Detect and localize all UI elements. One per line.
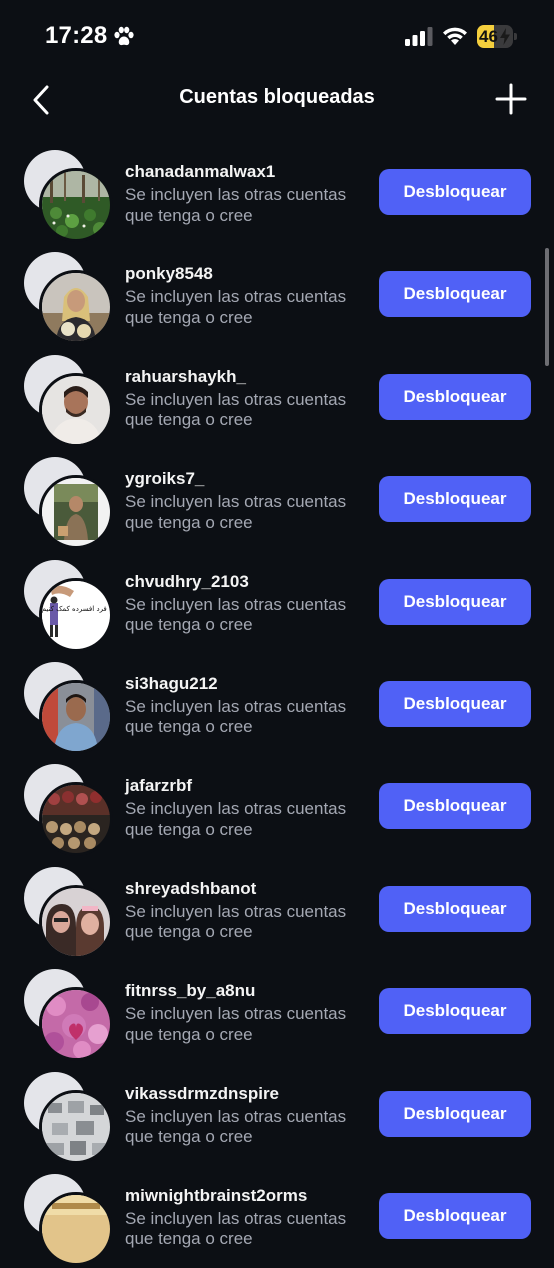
account-subtitle: Se incluyen las otras cuentas que tenga … [125, 492, 347, 532]
account-subtitle: Se incluyen las otras cuentas que tenga … [125, 287, 347, 327]
plus-icon [495, 83, 527, 115]
username[interactable]: chanadanmalwax1 [125, 162, 275, 182]
paw-icon [114, 26, 134, 46]
unblock-button[interactable]: Desbloquear [379, 988, 531, 1035]
unblock-button[interactable]: Desbloquear [379, 885, 531, 932]
unblock-button[interactable]: Desbloquear [379, 373, 531, 420]
account-subtitle: Se incluyen las otras cuentas que tenga … [125, 594, 347, 635]
unblock-button[interactable]: Desbloquear [379, 1192, 531, 1239]
username[interactable]: fitnrss_by_a8nu [125, 981, 255, 1001]
status-bar: 17:28 46 [0, 0, 554, 70]
blocked-account-row: ygroiks7_ Se incluyen las otras cuentas … [0, 449, 554, 551]
blocked-account-row: vikassdrmzdnspire Se incluyen las otras … [0, 1064, 554, 1166]
avatar[interactable] [39, 782, 113, 857]
unblock-button[interactable]: Desbloquear [379, 169, 531, 215]
blocked-account-row: rahuarshaykh_ Se incluyen las otras cuen… [0, 347, 554, 449]
page-title: Cuentas bloqueadas [179, 86, 375, 108]
blocked-account-row: ponky8548 Se incluyen las otras cuentas … [0, 244, 554, 346]
back-button[interactable] [26, 82, 58, 118]
unblock-button[interactable]: Desbloquear [379, 1090, 531, 1137]
scrollbar[interactable] [545, 248, 549, 366]
avatar[interactable] [39, 1191, 113, 1266]
avatar-stack [24, 661, 113, 754]
account-subtitle: Se incluyen las otras cuentas que tenga … [125, 901, 347, 942]
account-subtitle: Se incluyen las otras cuentas que tenga … [125, 185, 347, 225]
account-subtitle: Se incluyen las otras cuentas que tenga … [125, 799, 347, 839]
unblock-button[interactable]: Desbloquear [379, 271, 531, 318]
status-time: 17:28 [45, 22, 108, 49]
avatar[interactable] [39, 270, 113, 345]
avatar-stack [24, 866, 113, 959]
username[interactable]: ygroiks7_ [125, 469, 204, 489]
username[interactable]: miwnightbrainst2orms [125, 1186, 307, 1206]
back-chevron-icon [33, 85, 49, 115]
blocked-account-row: si3hagu212 Se incluyen las otras cuentas… [0, 654, 554, 756]
blocked-account-row: chanadanmalwax1 Se incluyen las otras cu… [0, 142, 554, 244]
blocked-account-row: shreyadshbanot Se incluyen las otras cue… [0, 859, 554, 961]
bolt-icon [500, 28, 510, 45]
blocked-account-row: جطور به فرد افسرده کمک کنیم؟ chvudhry_21… [0, 552, 554, 654]
avatar-stack [24, 1071, 113, 1164]
account-subtitle: Se incluyen las otras cuentas que tenga … [125, 389, 347, 430]
blocked-accounts-list: chanadanmalwax1 Se incluyen las otras cu… [0, 142, 554, 1268]
avatar-stack [24, 764, 113, 857]
username[interactable]: jafarzrbf [125, 776, 192, 796]
username[interactable]: chvudhry_2103 [125, 572, 249, 592]
wifi-icon [443, 27, 467, 45]
avatar-stack [24, 1173, 113, 1266]
add-button[interactable] [494, 82, 528, 116]
username[interactable]: vikassdrmzdnspire [125, 1084, 279, 1104]
nav-bar: Cuentas bloqueadas [0, 70, 554, 130]
avatar-stack [24, 457, 113, 550]
avatar[interactable] [39, 884, 113, 959]
avatar-stack [24, 354, 113, 447]
battery-level: 46 [479, 27, 498, 46]
avatar[interactable] [39, 168, 113, 242]
avatar[interactable] [39, 1089, 113, 1164]
avatar[interactable] [39, 372, 113, 447]
username[interactable]: shreyadshbanot [125, 879, 256, 899]
battery-icon: 46 [477, 25, 519, 48]
avatar[interactable]: جطور به فرد افسرده کمک کنیم؟ [39, 577, 113, 652]
avatar-stack [24, 252, 113, 345]
account-subtitle: Se incluyen las otras cuentas que tenga … [125, 1208, 347, 1249]
avatar-stack [24, 969, 113, 1062]
avatar[interactable] [39, 475, 113, 550]
unblock-button[interactable]: Desbloquear [379, 476, 531, 523]
account-subtitle: Se incluyen las otras cuentas que tenga … [125, 1004, 347, 1044]
avatar[interactable] [39, 987, 113, 1062]
unblock-button[interactable]: Desbloquear [379, 680, 531, 727]
blocked-account-row: miwnightbrainst2orms Se incluyen las otr… [0, 1166, 554, 1268]
unblock-button[interactable]: Desbloquear [379, 578, 531, 625]
avatar[interactable] [39, 679, 113, 754]
account-subtitle: Se incluyen las otras cuentas que tenga … [125, 1106, 347, 1147]
blocked-account-row: jafarzrbf Se incluyen las otras cuentas … [0, 756, 554, 858]
unblock-button[interactable]: Desbloquear [379, 783, 531, 830]
username[interactable]: ponky8548 [125, 264, 213, 284]
avatar-stack: جطور به فرد افسرده کمک کنیم؟ [24, 559, 113, 652]
blocked-account-row: fitnrss_by_a8nu Se incluyen las otras cu… [0, 961, 554, 1063]
username[interactable]: rahuarshaykh_ [125, 367, 246, 387]
avatar-stack [24, 150, 113, 242]
username[interactable]: si3hagu212 [125, 674, 218, 694]
account-subtitle: Se incluyen las otras cuentas que tenga … [125, 696, 347, 737]
signal-icon [405, 27, 433, 46]
avatar-caption: جطور به فرد افسرده کمک کنیم؟ [42, 605, 110, 613]
